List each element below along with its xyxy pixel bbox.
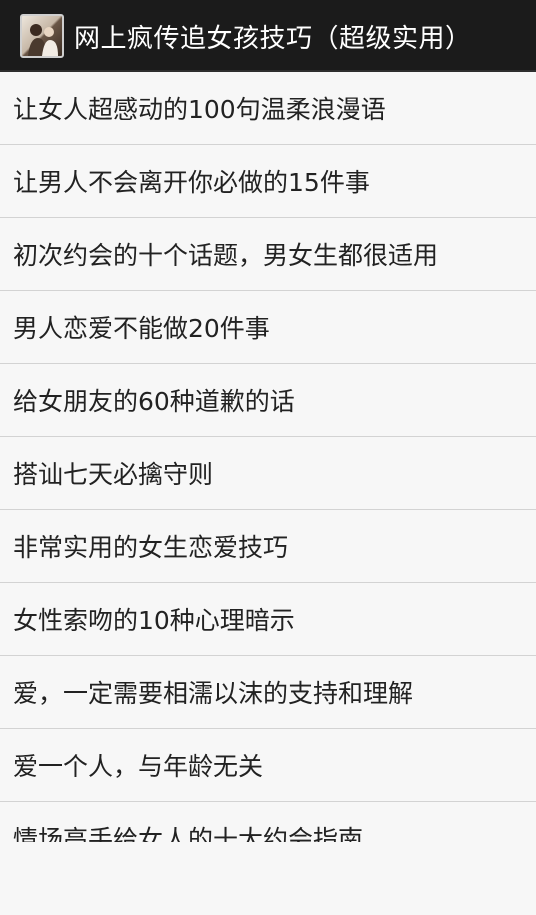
- article-list[interactable]: 让女人超感动的100句温柔浪漫语 让男人不会离开你必做的15件事 初次约会的十个…: [0, 72, 536, 842]
- list-item[interactable]: 搭讪七天必擒守则: [0, 437, 536, 510]
- action-bar: 网上疯传追女孩技巧（超级实用）: [0, 0, 536, 72]
- list-item[interactable]: 女性索吻的10种心理暗示: [0, 583, 536, 656]
- list-item[interactable]: 让男人不会离开你必做的15件事: [0, 145, 536, 218]
- app-title: 网上疯传追女孩技巧（超级实用）: [74, 23, 472, 54]
- list-item[interactable]: 爱一个人，与年龄无关: [0, 729, 536, 802]
- app-avatar-icon[interactable]: [20, 14, 64, 58]
- list-item[interactable]: 初次约会的十个话题，男女生都很适用: [0, 218, 536, 291]
- list-item[interactable]: 情场高手给女人的十大约会指南: [0, 802, 536, 842]
- list-item[interactable]: 给女朋友的60种道歉的话: [0, 364, 536, 437]
- empty-footer: [0, 842, 536, 915]
- list-item[interactable]: 男人恋爱不能做20件事: [0, 291, 536, 364]
- list-item[interactable]: 让女人超感动的100句温柔浪漫语: [0, 72, 536, 145]
- list-item[interactable]: 爱，一定需要相濡以沫的支持和理解: [0, 656, 536, 729]
- list-item[interactable]: 非常实用的女生恋爱技巧: [0, 510, 536, 583]
